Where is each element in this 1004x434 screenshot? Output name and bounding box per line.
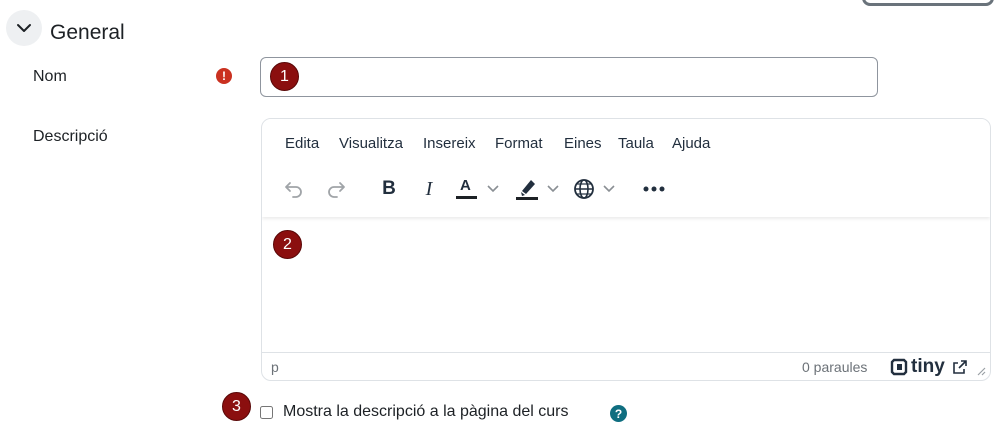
- tiny-logo-icon: [890, 358, 908, 376]
- menu-insert[interactable]: Insereix: [423, 131, 476, 156]
- menu-view[interactable]: Visualitza: [339, 131, 403, 156]
- section-title: General: [50, 21, 125, 44]
- bold-button[interactable]: B: [378, 174, 400, 204]
- external-link-icon: [952, 360, 967, 374]
- undo-icon: [285, 182, 302, 198]
- text-color-swatch: [456, 196, 477, 199]
- highlight-color-button[interactable]: [512, 174, 562, 204]
- top-right-button[interactable]: [862, 0, 994, 6]
- menu-tools[interactable]: Eines: [564, 131, 602, 156]
- more-icon: [643, 186, 665, 192]
- language-button[interactable]: [569, 174, 619, 204]
- show-description-checkbox[interactable]: [260, 406, 273, 419]
- menu-edit[interactable]: Edita: [285, 131, 319, 156]
- help-icon[interactable]: ?: [610, 405, 627, 422]
- description-label: Descripció: [33, 128, 108, 145]
- tiny-brand-text: tiny: [911, 356, 945, 377]
- resize-handle-icon[interactable]: [976, 366, 986, 376]
- rich-text-editor: Edita Visualitza Insereix Format Eines T…: [261, 118, 991, 381]
- chevron-down-icon: [547, 185, 559, 193]
- redo-icon: [328, 182, 345, 198]
- chevron-down-icon: [487, 185, 499, 193]
- name-input[interactable]: [260, 57, 878, 97]
- editor-statusbar: p 0 paraules tiny: [262, 352, 990, 380]
- text-color-icon: A: [455, 176, 479, 202]
- undo-button[interactable]: [282, 174, 306, 204]
- italic-button[interactable]: I: [419, 174, 439, 204]
- show-description-label[interactable]: Mostra la descripció a la pàgina del cur…: [283, 403, 568, 421]
- text-color-button[interactable]: A: [454, 174, 500, 204]
- step-badge-3: 3: [222, 392, 251, 421]
- menu-format[interactable]: Format: [495, 131, 543, 156]
- chevron-down-icon: [17, 24, 31, 32]
- editor-content[interactable]: [262, 217, 990, 352]
- chevron-down-icon: [603, 185, 615, 193]
- menu-help[interactable]: Ajuda: [672, 131, 710, 156]
- highlight-color-icon: [516, 180, 538, 200]
- language-icon: [574, 179, 594, 199]
- more-button[interactable]: [641, 174, 667, 204]
- italic-icon: I: [425, 177, 433, 200]
- name-label: Nom: [33, 68, 67, 85]
- menu-table[interactable]: Taula: [618, 131, 654, 156]
- bold-icon: B: [382, 178, 396, 199]
- step-badge-2: 2: [273, 230, 302, 259]
- element-path[interactable]: p: [271, 359, 279, 375]
- editor-header: Edita Visualitza Insereix Format Eines T…: [262, 119, 990, 217]
- tiny-brand-link[interactable]: tiny: [890, 356, 968, 378]
- step-badge-1: 1: [270, 62, 299, 91]
- word-count[interactable]: 0 paraules: [802, 359, 867, 375]
- required-exclamation-icon: !: [216, 68, 232, 84]
- collapse-section-button[interactable]: [6, 10, 42, 46]
- redo-button[interactable]: [324, 174, 348, 204]
